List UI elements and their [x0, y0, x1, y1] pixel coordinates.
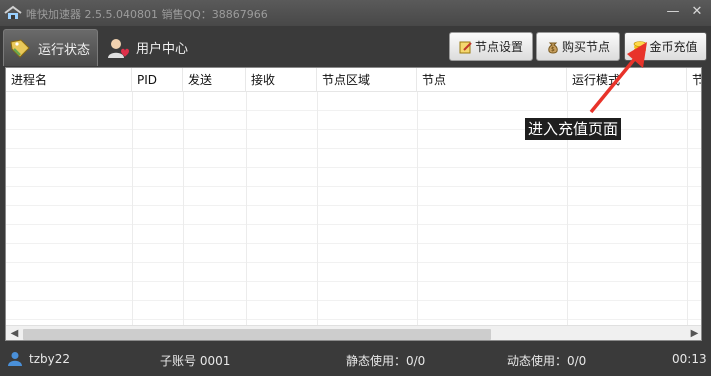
close-button[interactable]: ✕	[688, 4, 706, 20]
column-header-send[interactable]: 发送	[183, 68, 246, 92]
app-logo-icon	[4, 5, 22, 19]
annotation-label: 进入充值页面	[525, 118, 622, 140]
title-bar[interactable]: 唯快加速器 2.5.5.040801 销售QQ：38867966 — ✕	[0, 0, 711, 26]
user-heart-icon	[108, 38, 129, 58]
column-divider	[246, 68, 247, 325]
edit-icon	[459, 41, 472, 53]
username: tzby22	[29, 352, 70, 366]
tab-run-status-label: 运行状态	[38, 42, 91, 58]
elapsed-time: 00:13	[672, 352, 707, 366]
dynamic-usage: 动态使用：0/0	[507, 354, 587, 368]
column-header-receive[interactable]: 接收	[246, 68, 317, 92]
column-header-process[interactable]: 进程名	[6, 68, 132, 92]
column-header-node[interactable]: 节点	[417, 68, 567, 92]
gold-recharge-label: 金币充值	[649, 40, 698, 54]
tab-run-status[interactable]: 运行状态	[3, 29, 98, 66]
money-bag-icon: $	[548, 42, 558, 54]
column-divider	[183, 68, 184, 325]
window-title: 唯快加速器 2.5.5.040801 销售QQ：38867966	[26, 8, 268, 21]
static-usage: 静态使用：0/0	[346, 354, 426, 368]
status-bar: tzby22 子账号 0001 静态使用：0/0 动态使用：0/0 00:13	[0, 343, 711, 376]
tag-icon	[10, 39, 30, 58]
column-header-pid[interactable]: PID	[132, 68, 183, 92]
tab-user-center-label: 用户中心	[136, 42, 189, 57]
scroll-left-icon[interactable]: ◀	[6, 326, 23, 340]
node-settings-button[interactable]: 节点设置	[449, 32, 533, 61]
scroll-right-icon[interactable]: ▶	[686, 326, 701, 340]
column-divider	[417, 68, 418, 325]
column-header-truncated[interactable]: 节	[687, 68, 701, 92]
sub-account: 子账号 0001	[160, 354, 231, 368]
column-divider	[687, 68, 688, 325]
column-divider	[132, 68, 133, 325]
minimize-button[interactable]: —	[664, 4, 682, 20]
app-window: 唯快加速器 2.5.5.040801 销售QQ：38867966 — ✕ 运行状…	[0, 0, 711, 376]
annotation-arrow-icon	[589, 42, 647, 114]
column-header-node-region[interactable]: 节点区域	[317, 68, 417, 92]
user-icon	[8, 352, 22, 366]
tab-user-center[interactable]: 用户中心	[102, 29, 202, 66]
column-divider	[567, 68, 568, 325]
horizontal-scrollbar[interactable]: ◀ ▶	[6, 325, 701, 340]
column-divider	[317, 68, 318, 325]
node-settings-label: 节点设置	[474, 40, 523, 54]
scroll-thumb[interactable]	[23, 329, 491, 340]
svg-text:$: $	[551, 46, 555, 53]
